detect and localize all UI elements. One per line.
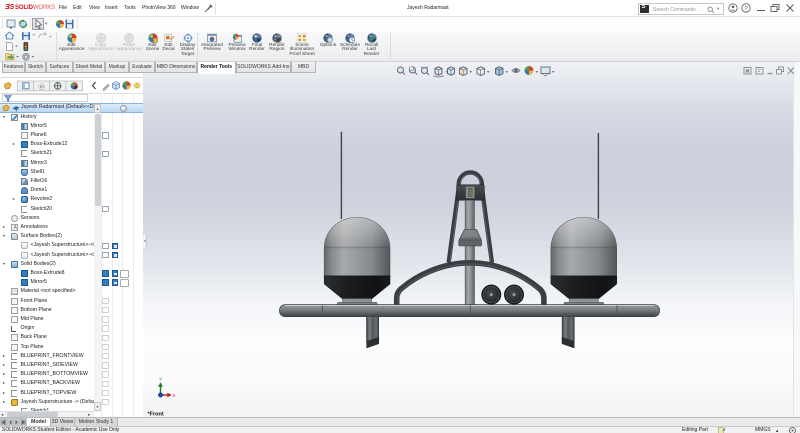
- svg-text:Y: Y: [159, 377, 162, 382]
- svg-text:?: ?: [744, 5, 748, 12]
- svg-text:ⓜ: ⓜ: [39, 83, 46, 91]
- svg-text:X: X: [173, 393, 176, 398]
